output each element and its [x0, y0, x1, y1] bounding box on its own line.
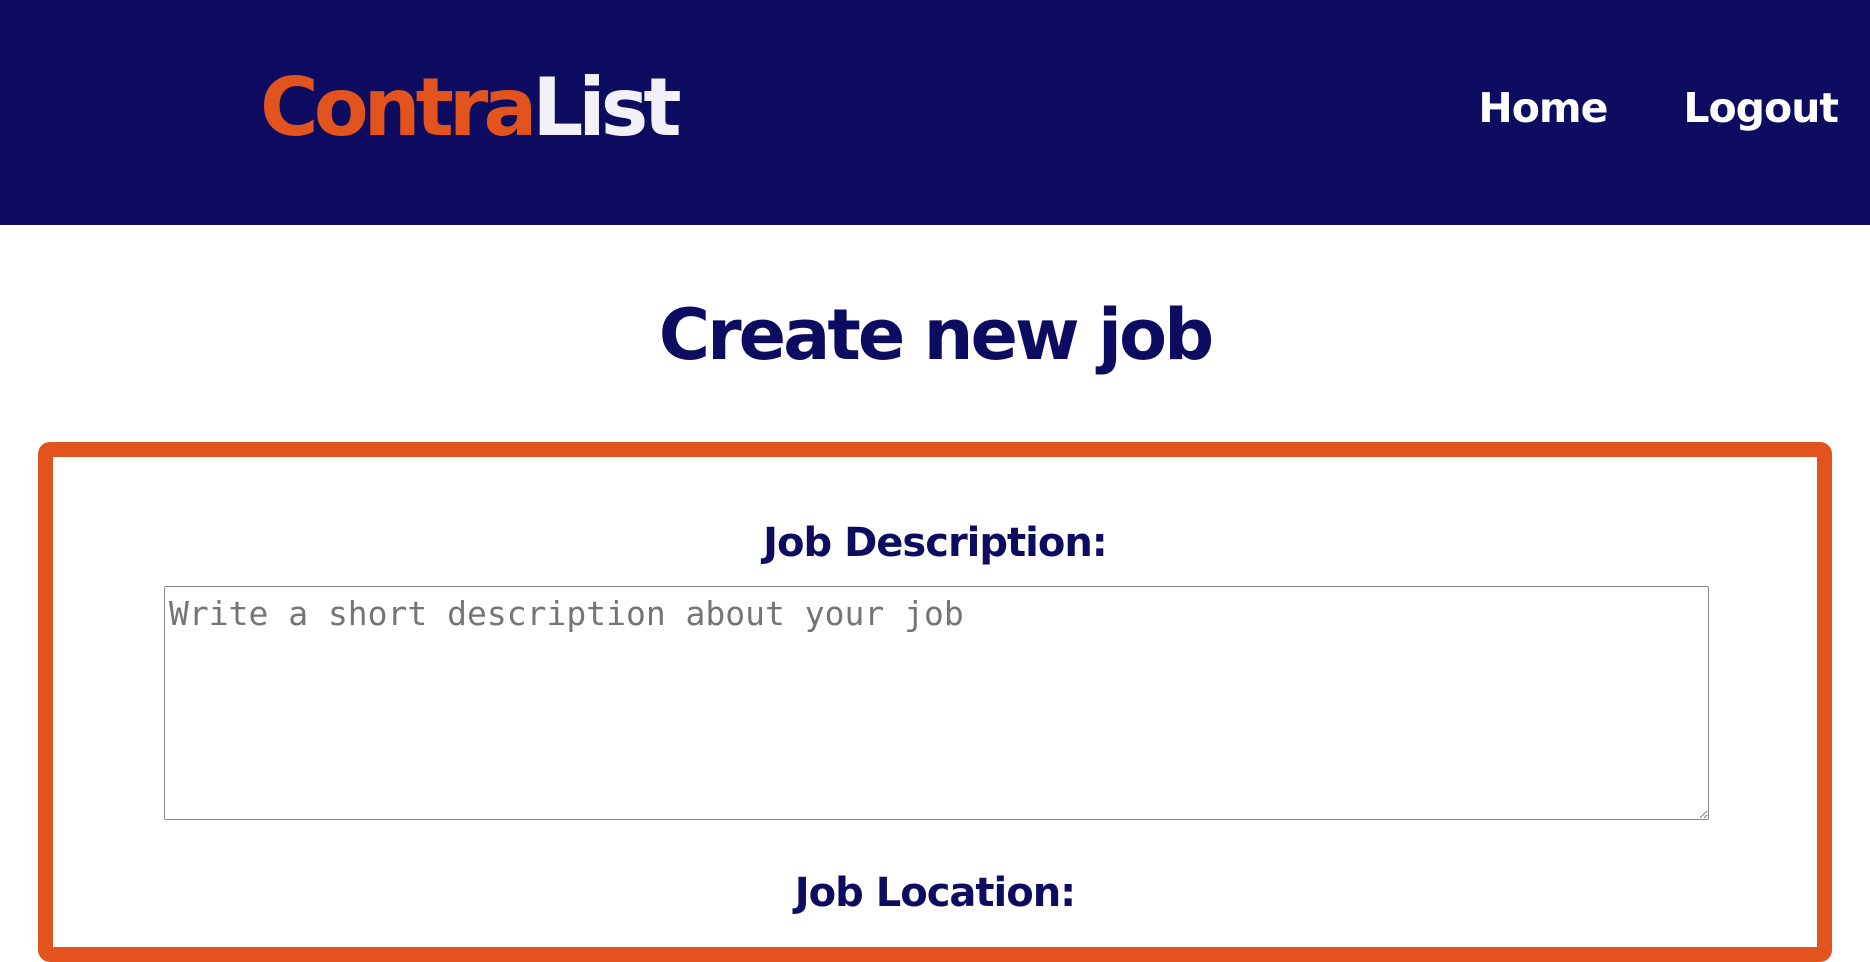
- logo-text-contra: Contra: [260, 61, 537, 154]
- job-location-label: Job Location:: [794, 870, 1076, 916]
- logo-text-list: List: [532, 61, 681, 154]
- job-description-label: Job Description:: [763, 520, 1108, 566]
- create-job-form: Job Description: Job Location:: [38, 442, 1832, 962]
- nav-logout-link[interactable]: Logout: [1683, 80, 1839, 136]
- site-header: ContraList Home Logout: [0, 0, 1870, 225]
- job-description-input[interactable]: [164, 586, 1709, 820]
- contralist-logo[interactable]: ContraList: [260, 58, 682, 158]
- main-nav: Home Logout: [1478, 80, 1839, 136]
- page-title: Create new job: [658, 294, 1214, 376]
- nav-home-link[interactable]: Home: [1478, 80, 1608, 136]
